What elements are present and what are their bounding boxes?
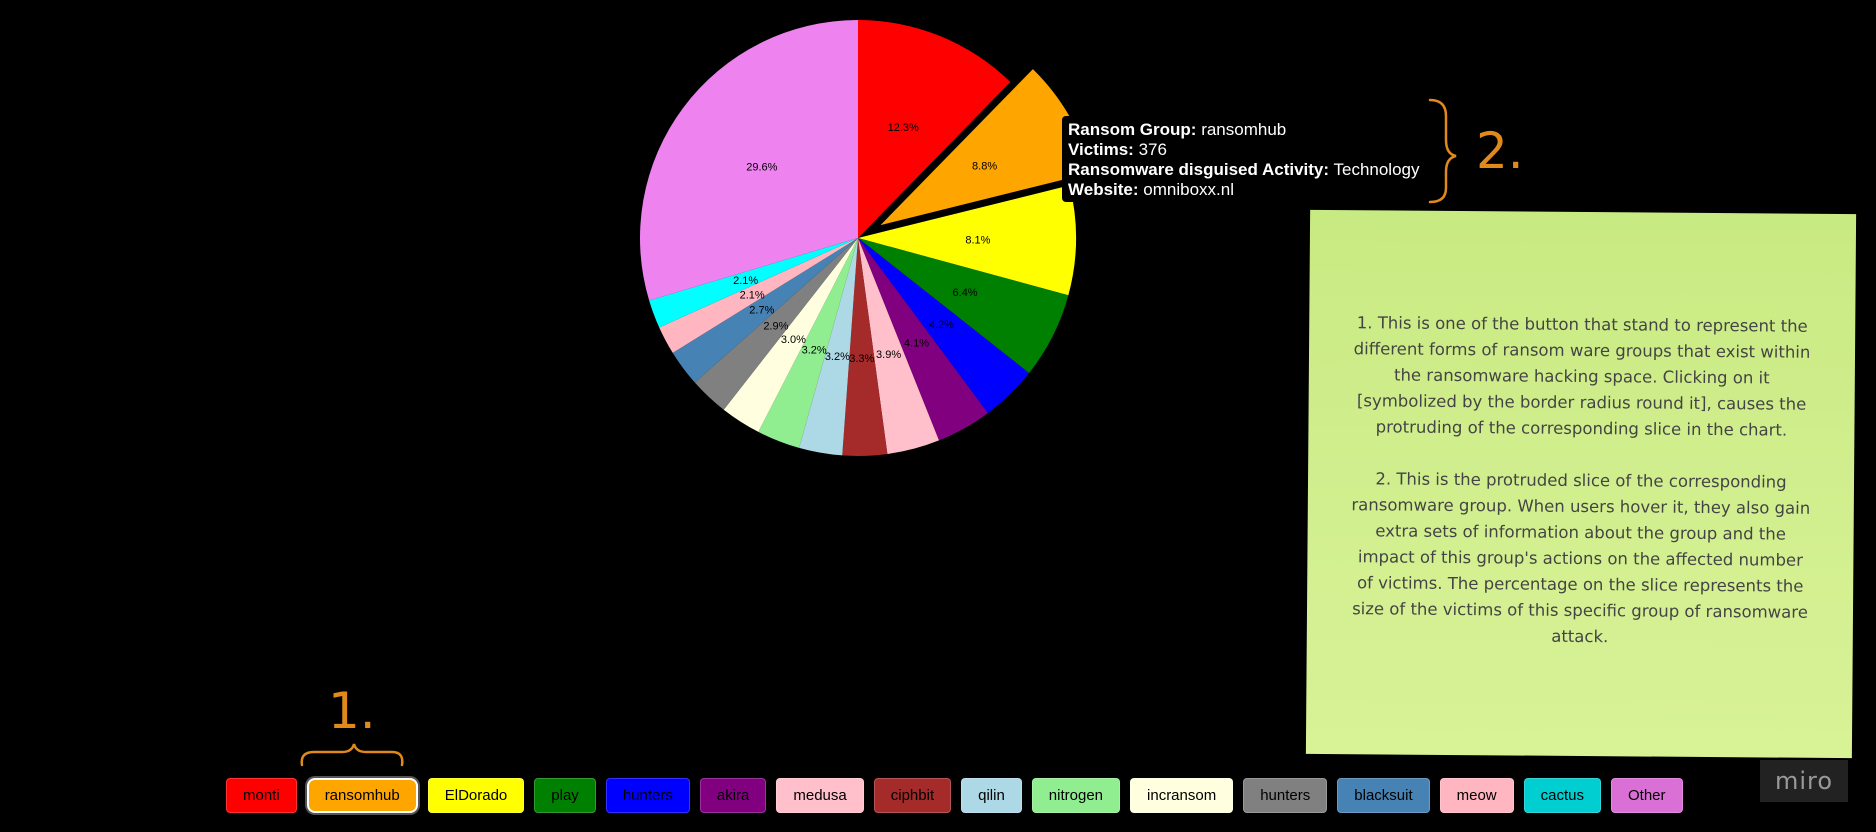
note-paragraph-one: 1. This is one of the button that stand … bbox=[1353, 313, 1811, 440]
tooltip-website-value: omniboxx.nl bbox=[1143, 180, 1234, 199]
tooltip-group-value: ransomhub bbox=[1201, 120, 1287, 139]
legend-button-bar: monti ransomhub ElDorado play hunters akira me… bbox=[226, 777, 1693, 814]
legend-button-hunters[interactable]: hunters bbox=[1243, 778, 1328, 813]
legend-button-hunters[interactable]: hunters bbox=[605, 778, 690, 813]
pie-slice-label-12: 2.7% bbox=[749, 305, 774, 317]
tooltip-victims-label: Victims: bbox=[1068, 140, 1134, 159]
legend-button-ransomhub[interactable]: ransomhub bbox=[306, 778, 418, 813]
legend-button-nitrogen[interactable]: nitrogen bbox=[1031, 778, 1121, 813]
legend-button-qilin[interactable]: qilin bbox=[961, 778, 1022, 813]
tooltip-victims-value: 376 bbox=[1138, 140, 1167, 159]
pie-slice-label-10: 3.0% bbox=[781, 334, 806, 346]
tooltip-group-row: Ransom Group: ransomhub bbox=[1068, 120, 1420, 140]
miro-logo: miro bbox=[1760, 760, 1848, 802]
pie-slice-label-13: 2.1% bbox=[740, 289, 765, 301]
tooltip-group-label: Ransom Group: bbox=[1068, 120, 1197, 139]
pie-slice-label-15: 29.6% bbox=[746, 161, 777, 173]
note-paragraph-two: 2. This is the protruded slice of the co… bbox=[1351, 469, 1811, 647]
legend-button-akira[interactable]: akira bbox=[699, 778, 767, 813]
tooltip-website-label: Website: bbox=[1068, 180, 1139, 199]
pie-slice-label-7: 3.3% bbox=[849, 353, 874, 365]
pie-slice-label-9: 3.2% bbox=[802, 345, 827, 357]
legend-button-eldorado[interactable]: ElDorado bbox=[427, 778, 525, 813]
pie-slice-label-14: 2.1% bbox=[733, 275, 758, 287]
pie-slice-label-4: 4.2% bbox=[929, 319, 954, 331]
pie-slice-label-3: 6.4% bbox=[953, 287, 978, 299]
legend-button-other[interactable]: Other bbox=[1611, 778, 1683, 813]
tooltip-victims-row: Victims: 376 bbox=[1068, 140, 1420, 160]
annotation-number-one: 1. bbox=[328, 682, 376, 740]
pie-slice-label-0: 12.3% bbox=[888, 122, 919, 134]
legend-button-incransom[interactable]: incransom bbox=[1130, 778, 1234, 813]
tooltip-activity-row: Ransomware disguised Activity: Technolog… bbox=[1068, 160, 1420, 180]
slice-tooltip: Ransom Group: ransomhub Victims: 376 Ran… bbox=[1062, 116, 1428, 202]
pie-slice-label-1: 8.8% bbox=[972, 160, 997, 172]
annotation-number-two: 2. bbox=[1476, 122, 1524, 180]
pie-slice-label-2: 8.1% bbox=[965, 234, 990, 246]
legend-button-ciphbit[interactable]: ciphbit bbox=[873, 778, 952, 813]
pie-slice-label-6: 3.9% bbox=[876, 349, 901, 361]
legend-button-monti[interactable]: monti bbox=[226, 778, 297, 813]
legend-button-medusa[interactable]: medusa bbox=[776, 778, 864, 813]
legend-button-blacksuit[interactable]: blacksuit bbox=[1337, 778, 1430, 813]
pie-slice-label-5: 4.1% bbox=[904, 338, 929, 350]
tooltip-website-row: Website: omniboxx.nl bbox=[1068, 180, 1420, 200]
tooltip-activity-value: Technology bbox=[1333, 160, 1420, 179]
legend-button-meow[interactable]: meow bbox=[1439, 778, 1514, 813]
legend-button-cactus[interactable]: cactus bbox=[1523, 778, 1601, 813]
presentation-board: 12.3% 8.8% 8.1% 6.4% 4.2% 4.1% 3.9% 3.3% 3.2% 3.2… bbox=[0, 0, 1876, 832]
tooltip-activity-label: Ransomware disguised Activity: bbox=[1068, 160, 1330, 179]
pie-slice-label-11: 2.9% bbox=[763, 320, 788, 332]
sticky-note: 1. This is one of the button that stand … bbox=[1305, 209, 1857, 759]
legend-button-play[interactable]: play bbox=[534, 778, 596, 813]
pie-slice-label-8: 3.2% bbox=[825, 351, 850, 363]
